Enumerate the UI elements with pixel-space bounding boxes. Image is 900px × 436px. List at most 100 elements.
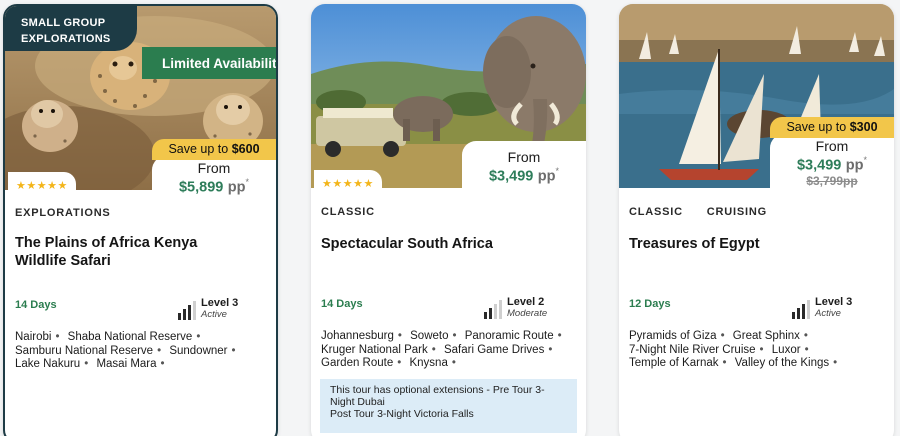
save-prefix: Save up to [786, 120, 847, 134]
price: $5,899 [178, 179, 224, 196]
price-box: From $5,899 pp* [152, 156, 276, 196]
place-item: Kruger National Park [321, 343, 428, 356]
save-banner: Save up to $300 [770, 117, 894, 138]
place-item: Pyramids of Giza [629, 330, 717, 342]
activity-level: Level 3 Active [178, 298, 238, 320]
separator-dot: • [722, 357, 727, 369]
level-name: Level 3 [815, 296, 853, 308]
per-person: pp [537, 168, 556, 185]
place-item: Great Sphinx [732, 330, 800, 342]
tour-card-egypt[interactable]: Save up to $300 From $3,499 pp* $3,799pp… [619, 4, 894, 436]
price: $3,499 [796, 157, 842, 174]
place-item: Valley of the Kings [734, 357, 830, 369]
place-item: Johannesburg [321, 330, 394, 342]
activity-level: Level 2 Moderate [484, 297, 547, 319]
tour-title[interactable]: Treasures of Egypt [629, 235, 844, 253]
separator-dot: • [397, 330, 402, 342]
tour-card-south-africa[interactable]: ★★★★★ From $3,499 pp* CLASSIC Spectacula… [311, 4, 586, 436]
level-bar [183, 309, 186, 320]
separator-dot: • [452, 330, 457, 342]
small-group-badge: SMALL GROUP EXPLORATIONS [5, 6, 137, 51]
level-description: Active [815, 308, 841, 319]
tour-type: CLASSIC [321, 206, 375, 218]
save-banner: Save up to $600 [152, 139, 276, 160]
rating-stars: ★★★★★ [8, 172, 76, 198]
from-label: From [815, 138, 849, 154]
place-item: Masai Mara [96, 358, 157, 370]
limited-availability-ribbon: Limited Availability [142, 47, 278, 79]
level-bars-icon [178, 300, 196, 320]
separator-dot: • [720, 330, 725, 342]
price-asterisk: * [863, 155, 868, 165]
level-name: Level 2 [507, 296, 545, 308]
tour-types: EXPLORATIONS [15, 207, 131, 219]
level-bar [188, 305, 191, 320]
tour-duration: 14 Days [321, 298, 363, 310]
tour-type: CLASSIC [629, 206, 683, 218]
tour-title[interactable]: Spectacular South Africa [321, 235, 536, 253]
level-bar [193, 301, 196, 320]
place-item: Panoramic Route [464, 330, 554, 342]
level-bars-icon [792, 299, 810, 319]
level-description: Moderate [507, 308, 548, 319]
place-item: Shaba National Reserve [67, 331, 193, 343]
activity-level: Level 3 Active [792, 297, 852, 319]
separator-dot: • [431, 343, 436, 356]
level-bar [792, 312, 795, 319]
tour-card-kenya[interactable]: SMALL GROUP EXPLORATIONS Limited Availab… [3, 4, 278, 436]
place-item: Sundowner [169, 344, 228, 357]
level-bar [494, 304, 497, 319]
price-asterisk: * [245, 177, 250, 187]
tour-duration: 14 Days [15, 299, 57, 311]
level-name: Level 3 [201, 297, 239, 309]
separator-dot: • [451, 357, 456, 369]
place-item: Soweto [410, 330, 449, 342]
save-prefix: Save up to [168, 142, 229, 156]
place-item: Temple of Karnak [629, 357, 719, 369]
level-bar [489, 308, 492, 319]
place-item: Samburu National Reserve [15, 344, 154, 357]
level-bar [797, 308, 800, 319]
level-bar [484, 312, 487, 319]
place-item: Knysna [409, 357, 448, 369]
level-bar [802, 304, 805, 319]
tour-type: EXPLORATIONS [15, 207, 111, 219]
save-amount: $600 [231, 142, 260, 156]
ribbon-text: Limited Availability [161, 55, 278, 71]
separator-dot: • [548, 343, 553, 356]
price-box: From $3,499 pp* $3,799pp [770, 134, 894, 192]
tour-duration: 12 Days [629, 298, 671, 310]
separator-dot: • [803, 330, 808, 342]
from-label: From [197, 160, 231, 176]
tour-extensions-note: This tour has optional extensions - Pre … [320, 379, 577, 433]
extensions-text: This tour has optional extensions - Pre … [330, 384, 545, 420]
price-box: From $3,499 pp* [462, 141, 586, 193]
separator-dot: • [160, 358, 165, 370]
separator-dot: • [557, 330, 562, 342]
separator-dot: • [84, 358, 89, 370]
tour-type: CRUISING [706, 206, 767, 218]
place-item: Safari Game Drives [443, 343, 545, 356]
itinerary-places: Pyramids of Giza • Great Sphinx • 7-Night … [629, 330, 889, 371]
per-person: pp [845, 157, 864, 174]
level-bar [178, 313, 181, 320]
level-bar [499, 300, 502, 319]
separator-dot: • [759, 343, 764, 356]
per-person: pp [227, 179, 246, 196]
place-item: Nairobi [15, 331, 52, 343]
rating-stars: ★★★★★ [314, 170, 382, 196]
place-item: Lake Nakuru [15, 358, 81, 370]
level-bar [807, 300, 810, 319]
level-bars-icon [484, 299, 502, 319]
star-icons: ★★★★★ [16, 179, 68, 192]
price-asterisk: * [555, 166, 560, 176]
separator-dot: • [196, 331, 201, 343]
separator-dot: • [804, 343, 809, 356]
star-icons: ★★★★★ [322, 177, 374, 190]
original-price: $3,799pp [806, 174, 858, 189]
place-item: 7-Night Nile River Cruise [629, 343, 756, 356]
tour-title[interactable]: The Plains of Africa Kenya Wildlife Safa… [15, 234, 230, 270]
price: $3,499 [488, 168, 534, 185]
separator-dot: • [157, 344, 162, 357]
separator-dot: • [55, 331, 60, 343]
